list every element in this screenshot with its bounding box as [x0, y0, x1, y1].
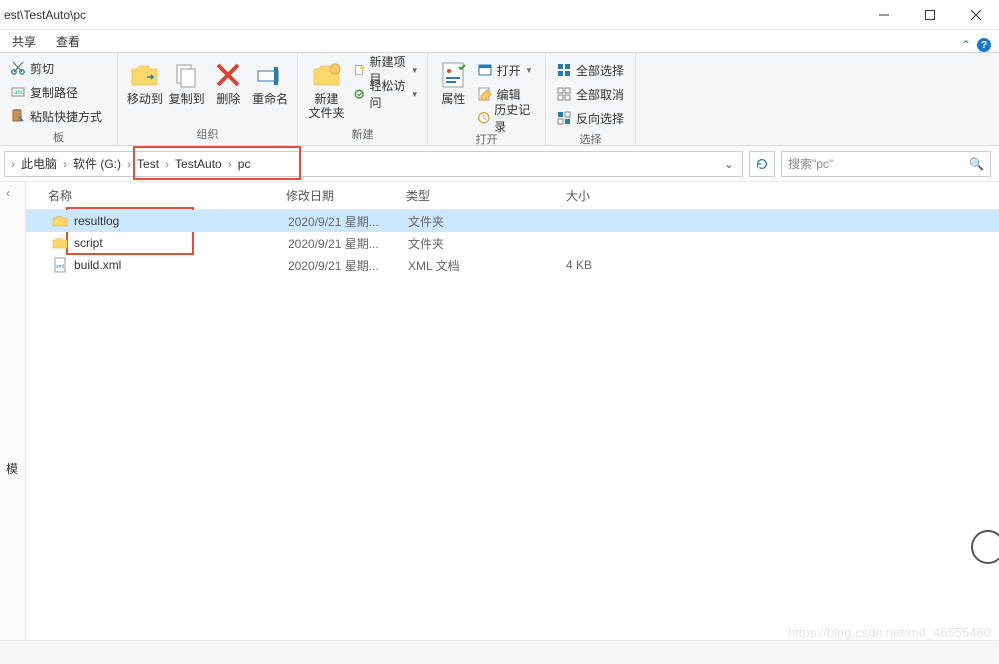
file-date: 2020/9/21 星期...: [288, 235, 408, 252]
group-organize-label: 组织: [126, 124, 289, 145]
ribbon-tabs: 共享 查看 ⌃ ?: [0, 30, 999, 53]
ribbon-collapse-icon[interactable]: ⌃: [961, 38, 971, 52]
copy-path-icon: abc: [10, 84, 26, 100]
file-date: 2020/9/21 星期...: [288, 213, 408, 230]
folder-icon: [52, 213, 68, 229]
file-row[interactable]: resultlog2020/9/21 星期...文件夹: [26, 210, 999, 232]
history-icon: [477, 110, 491, 126]
new-item-icon: [353, 62, 365, 78]
nav-pane-collapsed[interactable]: ‹ 模: [0, 182, 26, 640]
file-icon: xml: [52, 257, 68, 273]
breadcrumb-dropdown[interactable]: ⌄: [720, 157, 738, 171]
new-folder-button[interactable]: 新建 文件夹: [306, 57, 347, 121]
file-list: 名称 修改日期 类型 大小 resultlog2020/9/21 星期...文件…: [26, 182, 999, 640]
delete-button[interactable]: 删除: [210, 57, 248, 107]
select-none-icon: [556, 86, 572, 102]
content-area: ‹ 模 名称 修改日期 类型 大小 resultlog2020/9/21 星期.…: [0, 182, 999, 640]
rename-icon: [254, 59, 286, 91]
new-folder-icon: [311, 59, 343, 91]
select-none-button[interactable]: 全部取消: [554, 83, 626, 105]
open-icon: [477, 62, 493, 78]
paste-shortcut-icon: [10, 108, 26, 124]
chevron-left-icon: ‹: [6, 186, 10, 200]
file-name: script: [74, 236, 288, 250]
window-title: est\TestAuto\pc: [4, 8, 861, 22]
scissors-icon: [10, 60, 26, 76]
move-to-button[interactable]: 移动到: [126, 57, 164, 107]
watermark: https://blog.csdn.net/m0_46555480: [788, 625, 991, 640]
group-open-label: 打开: [436, 129, 537, 150]
paste-shortcut-button[interactable]: 粘贴快捷方式: [8, 105, 104, 127]
col-size[interactable]: 大小: [526, 187, 606, 204]
chevron-down-icon: ▾: [412, 65, 417, 76]
chevron-right-icon: ›: [9, 157, 17, 171]
chevron-down-icon: ▾: [527, 65, 532, 76]
history-button[interactable]: 历史记录: [475, 107, 537, 129]
select-all-button[interactable]: 全部选择: [554, 59, 626, 81]
col-date[interactable]: 修改日期: [286, 187, 406, 204]
tab-share[interactable]: 共享: [2, 30, 46, 52]
search-icon: 🔍: [969, 157, 984, 171]
file-type: XML 文档: [408, 257, 528, 274]
address-bar: › 此电脑 › 软件 (G:) › Test › TestAuto › pc ⌄…: [0, 146, 999, 182]
file-date: 2020/9/21 星期...: [288, 257, 408, 274]
select-all-icon: [556, 62, 572, 78]
file-type: 文件夹: [408, 235, 528, 252]
chevron-right-icon: ›: [61, 157, 69, 171]
breadcrumb-item[interactable]: 此电脑: [17, 155, 61, 172]
cut-button[interactable]: 剪切: [8, 57, 104, 79]
file-row[interactable]: xml build.xml2020/9/21 星期...XML 文档4 KB: [26, 254, 999, 276]
col-type[interactable]: 类型: [406, 187, 526, 204]
open-button[interactable]: 打开▾: [475, 59, 537, 81]
group-select-label: 选择: [554, 129, 627, 150]
col-name[interactable]: 名称: [26, 187, 286, 204]
chevron-right-icon: ›: [125, 157, 133, 171]
search-input[interactable]: 搜索"pc" 🔍: [781, 151, 991, 177]
file-size: 4 KB: [528, 258, 608, 272]
folder-icon: [52, 235, 68, 251]
easy-access-button[interactable]: 轻松访问▾: [351, 83, 419, 105]
breadcrumb-item[interactable]: 软件 (G:): [69, 155, 125, 172]
chevron-down-icon: ▾: [412, 89, 417, 100]
status-bar: [0, 640, 999, 664]
minimize-button[interactable]: [861, 0, 907, 30]
easy-access-icon: [353, 86, 365, 102]
copy-to-button[interactable]: 复制到: [168, 57, 206, 107]
close-button[interactable]: [953, 0, 999, 30]
nav-pane-label: 模: [6, 460, 18, 477]
properties-icon: [437, 59, 469, 91]
move-to-icon: [129, 59, 161, 91]
column-headers: 名称 修改日期 类型 大小: [26, 182, 999, 210]
help-icon[interactable]: ?: [977, 38, 991, 52]
rename-button[interactable]: 重命名: [251, 57, 289, 107]
svg-text:xml: xml: [56, 264, 64, 270]
group-new-label: 新建: [306, 124, 419, 145]
group-clipboard-label: 板: [8, 127, 109, 148]
title-bar: est\TestAuto\pc: [0, 0, 999, 30]
floating-button[interactable]: [971, 530, 999, 564]
search-placeholder: 搜索"pc": [788, 155, 969, 172]
ribbon: 剪切 abc复制路径 粘贴快捷方式 板 移动到 复制到 删除 重命名 组织 新建…: [0, 53, 999, 146]
file-type: 文件夹: [408, 213, 528, 230]
invert-selection-button[interactable]: 反向选择: [554, 107, 626, 129]
invert-selection-icon: [556, 110, 572, 126]
breadcrumb[interactable]: › 此电脑 › 软件 (G:) › Test › TestAuto › pc ⌄: [4, 151, 743, 177]
copy-path-button[interactable]: abc复制路径: [8, 81, 104, 103]
svg-text:abc: abc: [14, 90, 24, 96]
properties-button[interactable]: 属性: [436, 57, 471, 107]
maximize-button[interactable]: [907, 0, 953, 30]
annotation-highlight: [133, 146, 301, 180]
file-name: build.xml: [74, 258, 288, 272]
copy-to-icon: [171, 59, 203, 91]
tab-view[interactable]: 查看: [46, 30, 90, 52]
refresh-button[interactable]: [749, 151, 775, 177]
file-name: resultlog: [74, 214, 288, 228]
delete-icon: [212, 59, 244, 91]
file-row[interactable]: script2020/9/21 星期...文件夹: [26, 232, 999, 254]
edit-icon: [477, 86, 493, 102]
